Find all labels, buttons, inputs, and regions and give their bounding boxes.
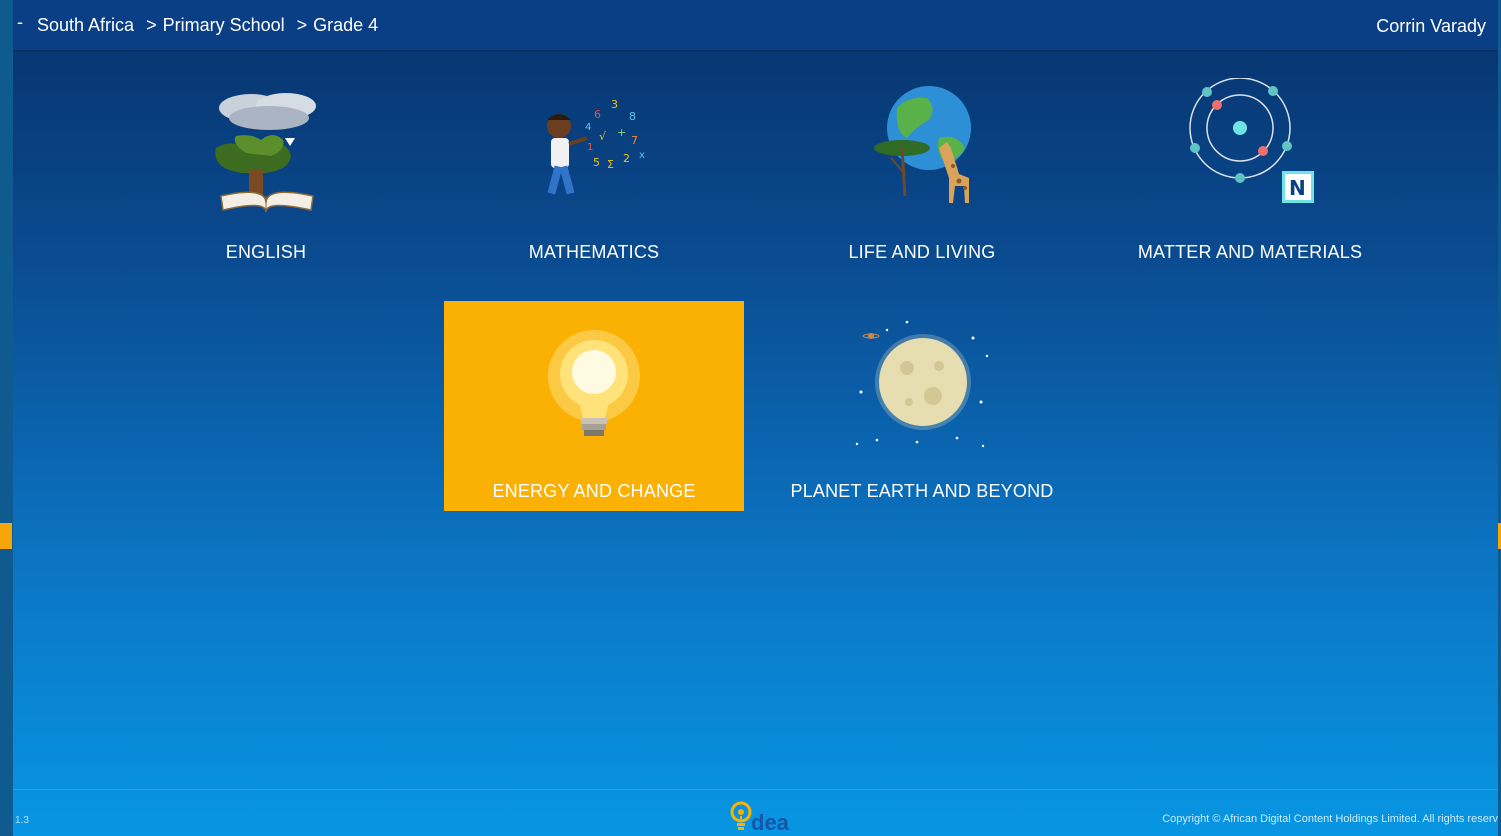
- subject-tile-matter-and-materials[interactable]: N MATTER AND MATERIALS: [1100, 60, 1400, 270]
- version-label: 1.3: [15, 815, 29, 826]
- footer: 1.3 dea Copyright © African Digital Cont…: [13, 789, 1498, 836]
- menu-button[interactable]: -: [13, 12, 27, 33]
- left-selection-marker: [0, 523, 12, 549]
- copyright-text: Copyright © African Digital Content Hold…: [1162, 813, 1498, 825]
- app-window: - South Africa > Primary School > Grade …: [13, 0, 1498, 836]
- window-left-edge: [0, 0, 13, 836]
- svg-text:√: √: [599, 130, 607, 143]
- breadcrumb: South Africa > Primary School > Grade 4: [37, 15, 378, 36]
- atom-icon: N: [1100, 70, 1400, 220]
- subject-label: MATTER AND MATERIALS: [1137, 242, 1363, 262]
- svg-text:2: 2: [623, 152, 630, 165]
- breadcrumb-separator: >: [296, 15, 308, 35]
- subject-tile-planet-earth-and-beyond[interactable]: PLANET EARTH AND BEYOND: [772, 301, 1072, 511]
- svg-text:6: 6: [594, 108, 601, 121]
- lightbulb-icon: [444, 311, 744, 461]
- svg-text:5: 5: [593, 156, 600, 169]
- breadcrumb-grade[interactable]: Grade 4: [313, 15, 378, 36]
- element-badge: N: [1289, 176, 1306, 200]
- subject-tile-energy-and-change[interactable]: ENERGY AND CHANGE: [444, 301, 744, 511]
- globe-giraffe-icon: [772, 70, 1072, 220]
- idea-logo: dea: [729, 796, 799, 836]
- breadcrumb-separator: >: [146, 15, 157, 35]
- book-tree-icon: [116, 70, 416, 220]
- subject-label: MATHEMATICS: [528, 242, 660, 262]
- svg-text:8: 8: [629, 110, 636, 123]
- logo-text: dea: [751, 810, 789, 835]
- subject-label: LIFE AND LIVING: [848, 242, 996, 262]
- svg-text:1: 1: [587, 142, 593, 153]
- svg-text:7: 7: [631, 134, 638, 147]
- svg-text:+: +: [617, 126, 626, 139]
- top-bar: - South Africa > Primary School > Grade …: [13, 0, 1498, 51]
- subject-tile-english[interactable]: ENGLISH: [116, 60, 416, 270]
- svg-text:x: x: [639, 150, 645, 161]
- svg-text:Σ: Σ: [607, 158, 614, 171]
- subject-label: ENERGY AND CHANGE: [492, 481, 696, 501]
- svg-text:3: 3: [611, 98, 618, 111]
- moon-icon: [772, 311, 1072, 461]
- subject-tile-mathematics[interactable]: 6 3 8 4 √ + 7 1 5 Σ 2 x MATHEMATICS: [444, 60, 744, 270]
- breadcrumb-school[interactable]: Primary School: [163, 15, 285, 36]
- math-boy-icon: 6 3 8 4 √ + 7 1 5 Σ 2 x: [444, 70, 744, 220]
- subject-label: PLANET EARTH AND BEYOND: [790, 481, 1054, 501]
- subject-label: ENGLISH: [225, 242, 307, 262]
- breadcrumb-country[interactable]: South Africa: [37, 15, 134, 36]
- user-name[interactable]: Corrin Varady: [1376, 16, 1486, 37]
- svg-text:4: 4: [585, 122, 591, 133]
- subject-tile-life-and-living[interactable]: LIFE AND LIVING: [772, 60, 1072, 270]
